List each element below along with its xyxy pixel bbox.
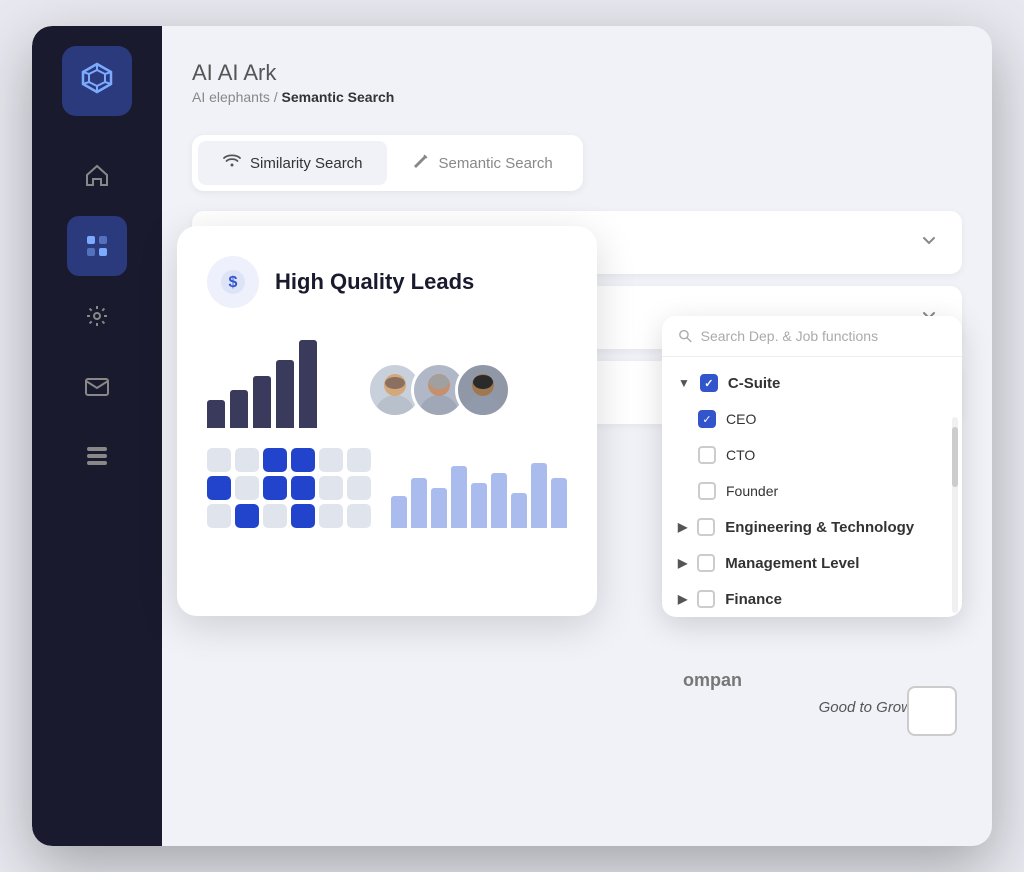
sbar-9 [551,478,567,528]
ceo-checkbox[interactable] [698,410,716,428]
dropdown-item-cto[interactable]: CTO [662,437,962,473]
ceo-label: CEO [726,411,756,427]
leads-dollar-icon: $ [207,256,259,308]
management-checkbox[interactable] [697,554,715,572]
scrollbar-track [952,417,958,613]
dropdown-item-engineering[interactable]: ▶ Engineering & Technology [662,509,962,545]
dot-r1c2 [235,448,259,472]
founder-label: Founder [726,483,778,499]
csuite-label: C-Suite [728,375,781,392]
csuite-expand-arrow: ▼ [678,376,690,390]
leads-card: $ High Quality Leads [177,226,597,616]
dropdown-item-founder[interactable]: Founder [662,473,962,509]
tab-similarity-search[interactable]: Similarity Search [198,141,387,185]
sbar-2 [411,478,427,528]
dot-r2c5 [319,476,343,500]
dot-r1c5 [319,448,343,472]
app-title: AI AI Ark [192,56,394,87]
sidebar [32,26,162,846]
leads-card-header: $ High Quality Leads [207,256,567,308]
tab-semantic-label: Semantic Search [439,155,553,172]
search-input-box[interactable] [662,316,962,357]
dropdown-item-management[interactable]: ▶ Management Level [662,545,962,581]
management-expand-arrow: ▶ [678,556,687,570]
engineering-expand-arrow: ▶ [678,520,687,534]
sbar-3 [431,488,447,528]
search-tabs: Similarity Search Semantic Search [192,135,583,191]
tab-semantic-search[interactable]: Semantic Search [387,141,577,185]
leads-grid-area [207,448,567,528]
sbar-5 [471,483,487,528]
dot-grid [207,448,371,528]
dot-r1c6 [347,448,371,472]
dropdown-panel: ▼ C-Suite CEO CTO Founder ▶ [662,316,962,617]
cto-label: CTO [726,447,755,463]
good-to-grow-text: Good to Grow [819,699,912,716]
bar-5 [299,340,317,428]
avatar-3 [455,362,511,418]
nav-item-mail[interactable] [67,356,127,416]
finance-expand-arrow: ▶ [678,592,687,606]
small-bar-chart [391,448,567,528]
wifi-icon [222,151,242,175]
company-partial-text: ompan [683,670,742,691]
dropdown-item-ceo[interactable]: CEO [662,401,962,437]
logo-box [62,46,132,116]
founder-checkbox[interactable] [698,482,716,500]
sbar-7 [511,493,527,528]
dot-r2c6 [347,476,371,500]
dot-r2c4 [291,476,315,500]
dot-r1c3 [263,448,287,472]
sbar-1 [391,496,407,528]
chevron-down-icon-company [920,231,938,254]
logo-icon [79,60,115,103]
sbar-6 [491,473,507,528]
search-dep-input[interactable] [701,328,946,344]
nav-item-list[interactable] [67,426,127,486]
dot-r3c2 [235,504,259,528]
dropdown-list: ▼ C-Suite CEO CTO Founder ▶ [662,357,962,617]
avatar-group [367,362,511,418]
dot-r3c3 [263,504,287,528]
finance-label: Finance [725,591,782,608]
dot-r3c6 [347,504,371,528]
leads-content [207,328,567,428]
dot-r3c1 [207,504,231,528]
leads-card-title: High Quality Leads [275,269,474,295]
csuite-checkbox[interactable] [700,374,718,392]
sbar-4 [451,466,467,528]
dropdown-item-finance[interactable]: ▶ Finance [662,581,962,617]
main-frame: AI AI Ark AI elephants / Semantic Search [32,26,992,846]
finance-checkbox[interactable] [697,590,715,608]
management-label: Management Level [725,555,859,572]
placeholder-checkbox-box [907,686,957,736]
dot-r3c5 [319,504,343,528]
bar-2 [230,390,248,428]
dot-r3c4 [291,504,315,528]
bar-3 [253,376,271,428]
engineering-checkbox[interactable] [697,518,715,536]
cto-checkbox[interactable] [698,446,716,464]
sbar-8 [531,463,547,528]
bar-1 [207,400,225,428]
dot-r1c4 [291,448,315,472]
dot-r2c1 [207,476,231,500]
dropdown-item-csuite[interactable]: ▼ C-Suite [662,365,962,401]
nav-item-settings[interactable] [67,286,127,346]
leads-bar-chart [207,328,317,428]
svg-text:$: $ [229,274,238,291]
engineering-label: Engineering & Technology [725,519,914,536]
pen-icon [411,151,431,175]
tab-similarity-label: Similarity Search [250,155,363,172]
bar-4 [276,360,294,428]
nav-item-home[interactable] [67,146,127,206]
header: AI AI Ark AI elephants / Semantic Search [192,56,962,105]
dot-r1c1 [207,448,231,472]
scrollbar-thumb[interactable] [952,427,958,487]
nav-item-search[interactable] [67,216,127,276]
dropdown-search-icon [678,328,693,344]
dot-r2c2 [235,476,259,500]
dot-r2c3 [263,476,287,500]
breadcrumb: AI elephants / Semantic Search [192,89,394,105]
